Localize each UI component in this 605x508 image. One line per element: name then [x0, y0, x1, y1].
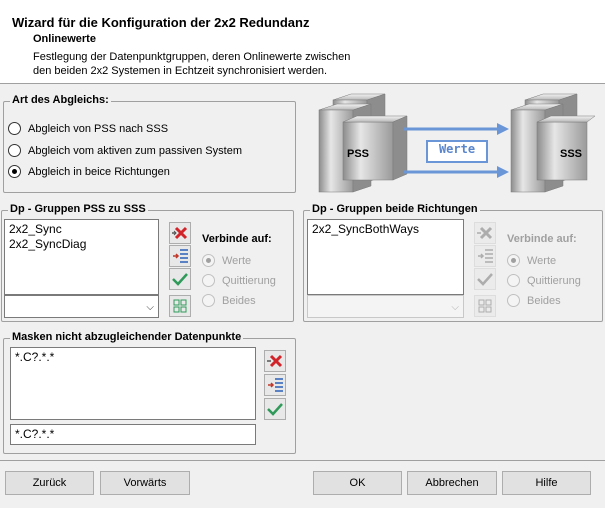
groups-pss-combo[interactable]: ⌵	[4, 295, 159, 318]
page-subtitle: Onlinewerte	[33, 33, 96, 45]
description-line-2: den beiden 2x2 Systemen in Echtzeit sync…	[33, 65, 328, 77]
radio-both-werte-indicator[interactable]	[507, 254, 520, 267]
sss-label: SSS	[560, 148, 583, 160]
groups-both-combo[interactable]: ⌵	[307, 295, 464, 318]
list-item[interactable]: 2x2_SyncDiag	[9, 237, 154, 252]
wizard-header: Wizard für die Konfiguration der 2x2 Red…	[0, 0, 605, 84]
list-add-icon	[268, 378, 283, 392]
radio-pss-beides[interactable]: Beides	[202, 294, 256, 307]
apply-group-both-button[interactable]	[474, 268, 496, 290]
radio-both-quittierung[interactable]: Quittierung	[507, 274, 581, 287]
delete-group-button[interactable]	[169, 222, 191, 244]
groups-both-title: Dp - Gruppen beide Richtungen	[310, 203, 480, 215]
select-group-button[interactable]	[169, 295, 191, 317]
radio-both-directions[interactable]: Abgleich in beice Richtungen	[8, 165, 170, 178]
radio-pss-to-sss[interactable]: Abgleich von PSS nach SSS	[8, 122, 168, 135]
delete-group-both-button[interactable]	[474, 222, 496, 244]
werte-label: Werte	[438, 142, 476, 156]
page-description: Festlegung der Datenpunktgruppen, deren …	[33, 50, 433, 78]
forward-button[interactable]: Vorwärts	[100, 471, 190, 495]
radio-pss-werte-label: Werte	[222, 254, 252, 267]
pss-server-icon	[318, 93, 408, 193]
datapoint-tree-icon	[173, 299, 187, 313]
check-icon	[267, 403, 283, 416]
delete-mask-button[interactable]	[264, 350, 286, 372]
groups-both-list[interactable]: 2x2_SyncBothWays	[307, 219, 464, 295]
radio-both-werte[interactable]: Werte	[507, 254, 556, 267]
footer-divider	[0, 460, 605, 461]
apply-mask-button[interactable]	[264, 398, 286, 420]
pss-label: PSS	[347, 148, 370, 160]
check-icon	[477, 273, 493, 286]
select-group-both-button[interactable]	[474, 295, 496, 317]
radio-both-quittierung-indicator[interactable]	[507, 274, 520, 287]
radio-both-directions-indicator[interactable]	[8, 165, 21, 178]
radio-both-beides-indicator[interactable]	[507, 294, 520, 307]
list-add-icon	[478, 249, 493, 263]
radio-pss-werte-indicator[interactable]	[202, 254, 215, 267]
radio-active-to-passive-indicator[interactable]	[8, 144, 21, 157]
masks-list[interactable]: *.C?.*.*	[10, 347, 256, 420]
radio-pss-to-sss-indicator[interactable]	[8, 122, 21, 135]
radio-both-beides-label: Beides	[527, 294, 561, 307]
radio-both-directions-label: Abgleich in beice Richtungen	[28, 165, 170, 178]
radio-pss-werte[interactable]: Werte	[202, 254, 251, 267]
radio-pss-quittierung[interactable]: Quittierung	[202, 274, 276, 287]
masks-panel: Masken nicht abzugleichender Datenpunkte…	[3, 331, 296, 454]
ok-button[interactable]: OK	[313, 471, 402, 495]
description-line-1: Festlegung der Datenpunktgruppen, deren …	[33, 51, 351, 63]
groups-both-panel: Dp - Gruppen beide Richtungen 2x2_SyncBo…	[303, 203, 603, 322]
mask-input[interactable]: *.C?.*.*	[10, 424, 256, 445]
radio-pss-quittierung-label: Quittierung	[222, 274, 276, 287]
cancel-button[interactable]: Abbrechen	[407, 471, 497, 495]
delete-icon	[477, 226, 493, 240]
chevron-down-icon: ⌵	[146, 302, 154, 313]
back-button[interactable]: Zurück	[5, 471, 94, 495]
sync-diagram: PSS SSS Werte	[313, 92, 598, 200]
list-item[interactable]: 2x2_SyncBothWays	[312, 222, 459, 237]
delete-icon	[172, 226, 188, 240]
masks-title: Masken nicht abzugleichender Datenpunkte	[10, 331, 244, 343]
check-icon	[172, 273, 188, 286]
radio-both-quittierung-label: Quittierung	[527, 274, 581, 287]
sss-server-icon	[510, 93, 596, 193]
apply-group-button[interactable]	[169, 268, 191, 290]
sync-mode-title: Art des Abgleichs:	[10, 94, 111, 106]
list-add-icon	[173, 249, 188, 263]
delete-icon	[267, 354, 283, 368]
groups-pss-title: Dp - Gruppen PSS zu SSS	[8, 203, 148, 215]
sync-mode-group: Art des Abgleichs: Abgleich von PSS nach…	[3, 94, 296, 193]
radio-active-to-passive[interactable]: Abgleich vom aktiven zum passiven System	[8, 144, 242, 157]
list-item[interactable]: *.C?.*.*	[15, 350, 251, 365]
wizard-title: Wizard für die Konfiguration der 2x2 Red…	[12, 15, 310, 30]
groups-pss-list[interactable]: 2x2_Sync 2x2_SyncDiag	[4, 219, 159, 295]
chevron-down-icon: ⌵	[451, 302, 459, 313]
radio-pss-beides-label: Beides	[222, 294, 256, 307]
datapoint-tree-icon	[478, 299, 492, 313]
radio-pss-beides-indicator[interactable]	[202, 294, 215, 307]
radio-both-werte-label: Werte	[527, 254, 557, 267]
list-item[interactable]: 2x2_Sync	[9, 222, 154, 237]
radio-pss-quittierung-indicator[interactable]	[202, 274, 215, 287]
help-button[interactable]: Hilfe	[502, 471, 591, 495]
add-mask-button[interactable]	[264, 374, 286, 396]
connect-label: Verbinde auf:	[507, 233, 577, 245]
connect-label: Verbinde auf:	[202, 233, 272, 245]
groups-pss-panel: Dp - Gruppen PSS zu SSS 2x2_Sync 2x2_Syn…	[1, 203, 294, 322]
add-group-both-button[interactable]	[474, 245, 496, 267]
add-group-button[interactable]	[169, 245, 191, 267]
radio-active-to-passive-label: Abgleich vom aktiven zum passiven System	[28, 144, 242, 157]
radio-both-beides[interactable]: Beides	[507, 294, 561, 307]
radio-pss-to-sss-label: Abgleich von PSS nach SSS	[28, 122, 169, 135]
